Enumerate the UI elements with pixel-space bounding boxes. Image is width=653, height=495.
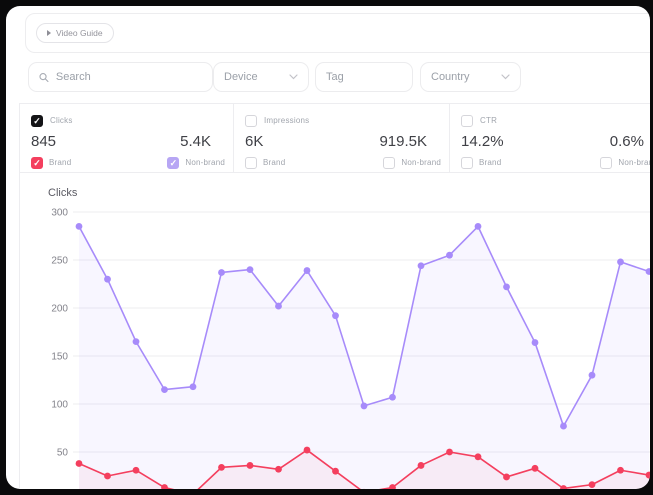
search-icon [39, 72, 49, 83]
brand-value: 6K [245, 133, 263, 150]
country-select-label: Country [431, 71, 470, 83]
brand-value: 14.2% [461, 133, 504, 150]
ctr-brand-checkbox[interactable] [461, 157, 473, 169]
check-icon: ✓ [33, 158, 41, 168]
metric-card-clicks: ✓ Clicks 845 5.4K ✓ Brand ✓ Non-brand [20, 104, 234, 172]
video-guide-label: Video Guide [56, 28, 103, 38]
nonbrand-label: Non-brand [401, 158, 441, 167]
svg-text:300: 300 [51, 208, 68, 219]
metric-name: Impressions [264, 116, 309, 125]
svg-text:150: 150 [51, 352, 68, 363]
check-icon: ✓ [170, 158, 178, 168]
search-input[interactable] [56, 71, 202, 83]
chevron-down-icon [501, 74, 510, 80]
svg-text:200: 200 [51, 304, 68, 315]
metric-card-impressions: Impressions 6K 919.5K Brand Non-brand [234, 104, 450, 172]
metric-card-ctr: CTR 14.2% 0.6% Brand Non-brand [450, 104, 650, 172]
dashboard-card: Video Guide Device Country [6, 6, 650, 489]
device-select[interactable]: Device [213, 62, 309, 92]
ctr-checkbox[interactable] [461, 115, 473, 127]
nonbrand-value: 0.6% [610, 133, 644, 150]
nonbrand-label: Non-brand [185, 158, 225, 167]
video-guide-button[interactable]: Video Guide [36, 23, 114, 43]
brand-label: Brand [263, 158, 285, 167]
ctr-nonbrand-checkbox[interactable] [600, 157, 612, 169]
chevron-down-icon [289, 74, 298, 80]
device-select-label: Device [224, 71, 258, 83]
brand-value: 845 [31, 133, 56, 150]
clicks-checkbox[interactable]: ✓ [31, 115, 43, 127]
play-icon [47, 30, 51, 36]
search-box [28, 62, 213, 92]
clicks-line-chart[interactable]: 300 250 200 150 100 50 [20, 173, 650, 489]
brand-label: Brand [49, 158, 71, 167]
clicks-brand-checkbox[interactable]: ✓ [31, 157, 43, 169]
svg-text:50: 50 [57, 448, 69, 459]
video-guide-bar: Video Guide [25, 13, 650, 53]
impressions-nonbrand-checkbox[interactable] [383, 157, 395, 169]
tag-input[interactable] [326, 71, 402, 83]
tag-box [315, 62, 413, 92]
metrics-row: ✓ Clicks 845 5.4K ✓ Brand ✓ Non-brand [19, 103, 650, 173]
impressions-checkbox[interactable] [245, 115, 257, 127]
brand-label: Brand [479, 158, 501, 167]
metric-name: Clicks [50, 116, 73, 125]
nonbrand-value: 5.4K [180, 133, 211, 150]
check-icon: ✓ [33, 116, 41, 126]
svg-text:100: 100 [51, 400, 68, 411]
country-select[interactable]: Country [420, 62, 521, 92]
nonbrand-value: 919.5K [379, 133, 427, 150]
impressions-brand-checkbox[interactable] [245, 157, 257, 169]
metric-name: CTR [480, 116, 497, 125]
svg-text:250: 250 [51, 256, 68, 267]
filter-bar: Device Country [6, 62, 650, 92]
nonbrand-label: Non-brand [618, 158, 650, 167]
clicks-nonbrand-checkbox[interactable]: ✓ [167, 157, 179, 169]
clicks-chart-panel: Clicks 30025020015010050 [19, 173, 650, 489]
